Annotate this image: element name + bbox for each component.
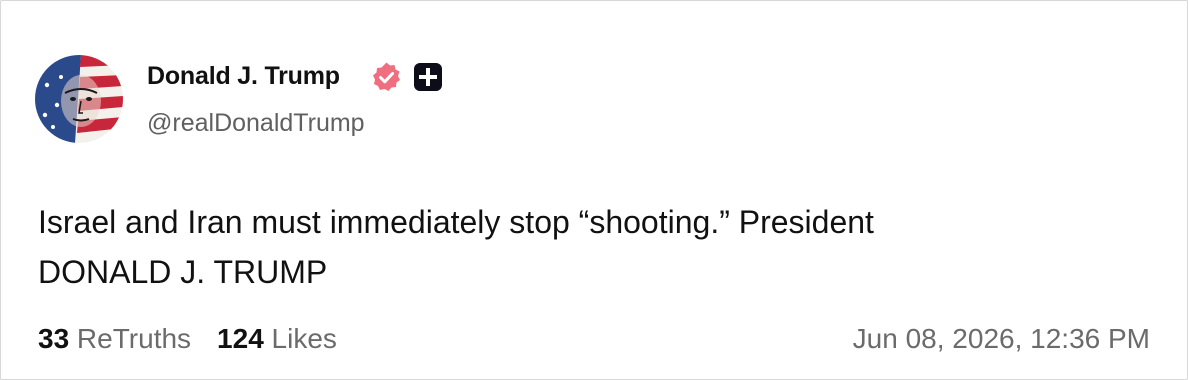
- verified-badge-icon: [373, 62, 400, 91]
- likes-stat[interactable]: 124 Likes: [217, 323, 337, 354]
- likes-count: 124: [217, 323, 264, 354]
- author-name[interactable]: Donald J. Trump: [147, 62, 340, 91]
- avatar-image: [35, 55, 123, 143]
- avatar[interactable]: [35, 55, 123, 143]
- post-body: Israel and Iran must immediately stop “s…: [38, 204, 874, 290]
- post-timestamp[interactable]: Jun 08, 2026, 12:36 PM: [853, 323, 1150, 355]
- post-card: Donald J. Trump @realDonaldTrump Israel …: [0, 0, 1188, 380]
- retruths-stat[interactable]: 33 ReTruths: [38, 323, 191, 354]
- plus-badge-icon: [414, 63, 442, 91]
- post-stats: 33 ReTruths 124 Likes: [38, 323, 337, 355]
- retruths-label: ReTruths: [69, 323, 192, 354]
- author-handle[interactable]: @realDonaldTrump: [147, 109, 365, 138]
- retruths-count: 33: [38, 323, 70, 354]
- likes-label: Likes: [263, 323, 337, 354]
